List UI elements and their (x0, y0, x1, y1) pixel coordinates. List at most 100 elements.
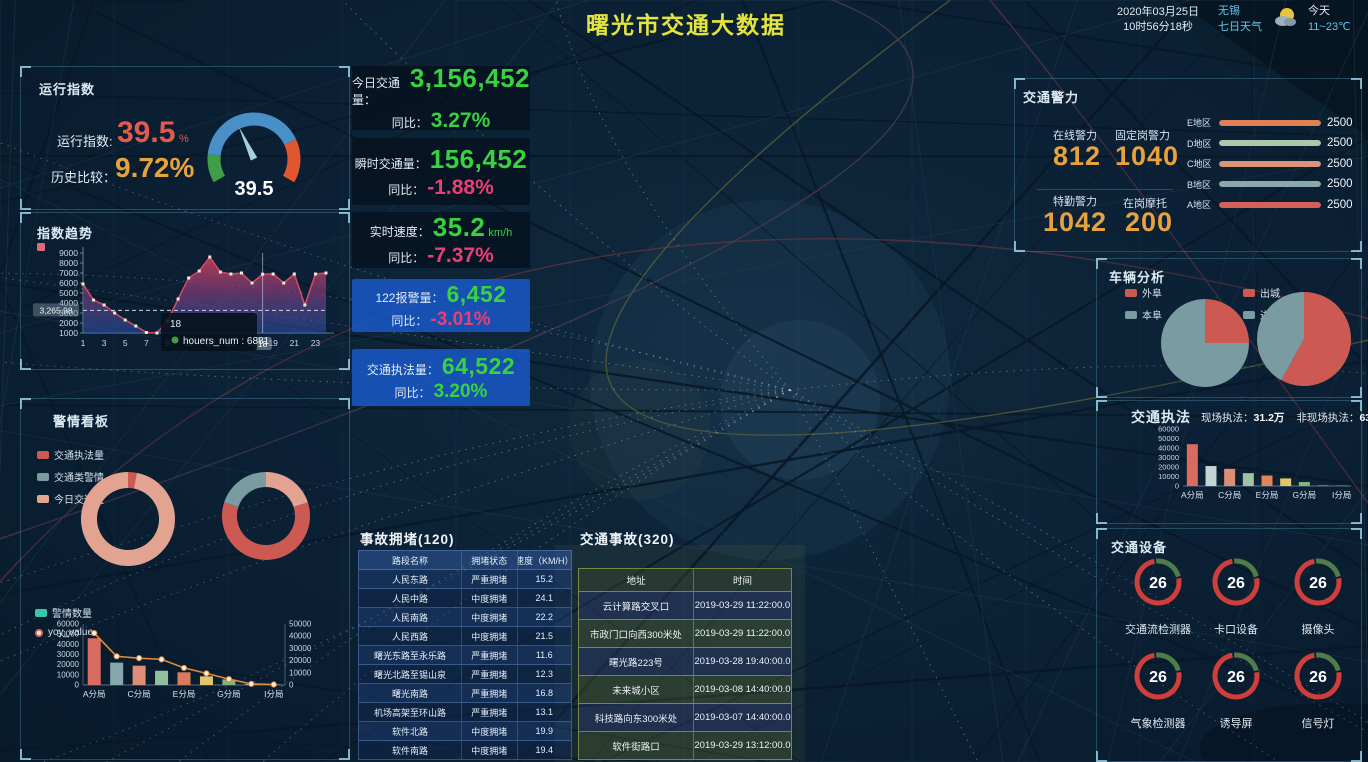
stat-label: 今日交通量： (352, 74, 407, 108)
panel-corner (1096, 400, 1107, 411)
alarm-donut-right[interactable] (211, 465, 321, 567)
data-point[interactable] (155, 332, 158, 335)
history-value: 9.72% (115, 152, 194, 184)
region-bar[interactable] (1219, 202, 1321, 208)
region-value: 2500 (1327, 178, 1357, 190)
data-point[interactable] (229, 273, 232, 276)
device-ring-chart[interactable]: 26 (1208, 554, 1264, 610)
data-point[interactable] (145, 331, 148, 334)
vehicle-pie-left[interactable] (1157, 295, 1253, 391)
line-point[interactable] (92, 631, 97, 636)
line-point[interactable] (181, 665, 186, 670)
operation-gauge-chart[interactable]: 39.5 (191, 87, 321, 205)
svg-text:40000: 40000 (57, 640, 80, 649)
svg-text:1000: 1000 (59, 328, 78, 338)
bar[interactable] (1262, 476, 1273, 486)
yoy-value: -1.88% (427, 176, 494, 200)
data-point[interactable] (187, 277, 190, 280)
line-point[interactable] (204, 671, 209, 676)
forecast-link[interactable]: 七日天气 (1218, 21, 1262, 34)
panel-corner (1351, 751, 1362, 762)
stat-unit: km/h (488, 227, 512, 239)
data-point[interactable] (198, 270, 201, 273)
svg-text:60000: 60000 (1158, 425, 1179, 434)
bar[interactable] (133, 666, 146, 685)
table-cell: 曙光南路 (359, 684, 462, 702)
table-row: 曙光东路至永乐路严重拥堵11.6 (358, 646, 572, 665)
data-point[interactable] (103, 304, 106, 307)
table-row: 人民中路中度拥堵24.1 (358, 589, 572, 608)
dashboard: 曙光市交通大数据 2020年03月25日 10时56分18秒 无锡 七日天气 今… (0, 0, 1368, 762)
bar[interactable] (110, 663, 123, 685)
line-point[interactable] (249, 681, 254, 686)
data-point[interactable] (293, 273, 296, 276)
svg-text:10000: 10000 (289, 668, 312, 677)
line-point[interactable] (137, 656, 142, 661)
data-point[interactable] (314, 273, 317, 276)
enforcement-bar-chart[interactable]: 0100002000030000400005000060000A分局C分局E分局… (1137, 423, 1357, 519)
alarm-bar-chart[interactable]: 0100002000030000400005000060000010000200… (25, 595, 345, 755)
bar[interactable] (1206, 466, 1217, 486)
line-point[interactable] (159, 657, 164, 662)
pie-slice[interactable] (224, 472, 266, 507)
page-title: 曙光市交通大数据 (586, 6, 786, 40)
table-row: 人民东路严重拥堵15.2 (358, 570, 572, 589)
pie-slice[interactable] (266, 472, 308, 507)
bar[interactable] (1243, 473, 1254, 486)
data-point[interactable] (272, 273, 275, 276)
region-bar[interactable] (1219, 181, 1321, 187)
bar[interactable] (1280, 478, 1291, 486)
bar[interactable] (1299, 482, 1310, 486)
data-point[interactable] (261, 273, 264, 276)
line-point[interactable] (271, 682, 276, 687)
line-point[interactable] (226, 677, 231, 682)
column-header: 路段名称 (359, 551, 462, 569)
region-bar[interactable] (1219, 140, 1321, 146)
bar[interactable] (88, 638, 101, 685)
line-point[interactable] (114, 654, 119, 659)
data-point[interactable] (134, 325, 137, 328)
data-point[interactable] (177, 298, 180, 301)
bar[interactable] (1187, 444, 1198, 486)
index-value: 39.5 (117, 116, 175, 150)
data-point[interactable] (124, 319, 127, 322)
device-ring-chart[interactable]: 26 (1130, 554, 1186, 610)
data-point[interactable] (113, 312, 116, 315)
table-cell: 19.9 (518, 722, 571, 740)
region-bar[interactable] (1219, 120, 1321, 126)
bar[interactable] (155, 671, 168, 685)
time-text: 10时56分18秒 (1108, 20, 1208, 35)
index-trend-chart[interactable]: 1000200030004000500060007000800090001357… (21, 213, 349, 367)
device-ring-chart[interactable]: 26 (1208, 648, 1264, 704)
device-ring-chart[interactable]: 26 (1290, 554, 1346, 610)
svg-text:20000: 20000 (289, 656, 312, 665)
table-cell: 曙光北路至锡山泉 (359, 665, 462, 683)
data-point[interactable] (303, 304, 306, 307)
police-stat-value: 200 (1125, 207, 1173, 238)
svg-text:3,265.98: 3,265.98 (39, 305, 72, 315)
data-point[interactable] (251, 282, 254, 285)
data-point[interactable] (282, 282, 285, 285)
data-point[interactable] (325, 272, 328, 275)
bar[interactable] (200, 676, 213, 685)
device-ring-chart[interactable]: 26 (1290, 648, 1346, 704)
region-bar[interactable] (1219, 161, 1321, 167)
alarm-donut-left[interactable] (61, 469, 195, 569)
vehicle-pie-right[interactable] (1255, 291, 1355, 391)
bar[interactable] (178, 672, 191, 685)
bar[interactable] (1318, 485, 1329, 486)
legend-item[interactable]: 交通执法量 (37, 447, 104, 462)
data-point[interactable] (208, 256, 211, 259)
data-point[interactable] (82, 283, 85, 286)
data-point[interactable] (240, 272, 243, 275)
legend-swatch-icon (37, 473, 49, 481)
device-ring-chart[interactable]: 26 (1130, 648, 1186, 704)
legend-swatch-icon (1125, 311, 1137, 319)
bar[interactable] (1224, 469, 1235, 486)
data-point[interactable] (92, 299, 95, 302)
panel-title: 车辆分析 (1109, 267, 1165, 286)
pie-slice[interactable] (81, 472, 175, 566)
panel-title: 交通警力 (1023, 87, 1079, 106)
pie-slice[interactable] (222, 502, 310, 560)
data-point[interactable] (219, 271, 222, 274)
